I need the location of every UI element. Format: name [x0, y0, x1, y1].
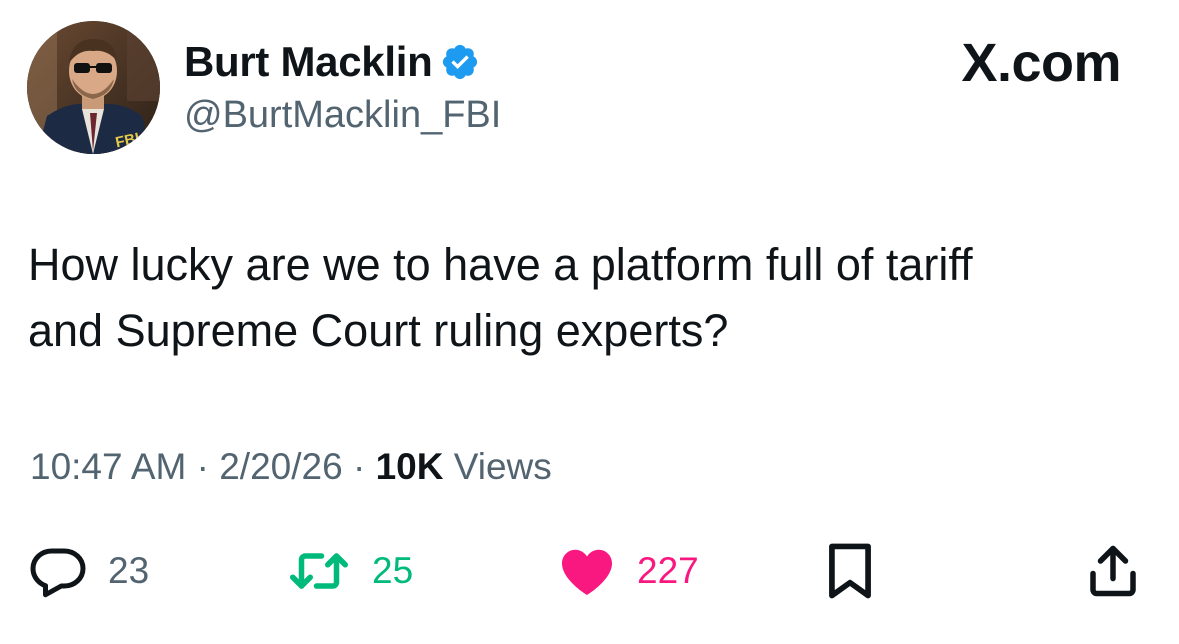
share-upload-icon: [1090, 545, 1136, 597]
action-bar: 23 25 227: [0, 538, 1179, 608]
bookmark-icon: [829, 543, 871, 599]
reply-button[interactable]: 23: [28, 538, 149, 604]
avatar-fbi-text: FBI: [114, 130, 141, 152]
heart-icon: [562, 549, 612, 595]
avatar-image: FBI: [27, 21, 160, 154]
bookmark-button[interactable]: [824, 538, 876, 604]
avatar[interactable]: FBI: [27, 21, 160, 154]
retweet-count: 25: [372, 550, 414, 591]
like-button[interactable]: 227: [557, 538, 699, 604]
retweet-arrows-icon: [290, 553, 348, 589]
tweet-text: How lucky are we to have a platform full…: [28, 232, 1148, 364]
like-count: 227: [637, 550, 699, 591]
tweet-meta: 10:47 AM · 2/20/26 · 10K Views: [30, 446, 552, 488]
tweet-time[interactable]: 10:47 AM: [30, 446, 186, 487]
source-label: X.com: [961, 33, 1121, 93]
retweet-button[interactable]: 25: [286, 538, 413, 604]
reply-count: 23: [108, 550, 150, 591]
display-name-text: Burt Macklin: [184, 38, 433, 85]
views-label: Views: [453, 446, 552, 487]
meta-separator: ·: [352, 446, 366, 487]
author-display-name[interactable]: Burt Macklin: [184, 38, 480, 86]
views-count[interactable]: 10K: [376, 446, 444, 487]
tweet-date[interactable]: 2/20/26: [219, 446, 342, 487]
share-button[interactable]: [1085, 538, 1141, 604]
meta-separator: ·: [196, 446, 209, 487]
tweet-text-line-2: and Supreme Court ruling experts?: [28, 305, 729, 356]
verified-badge-icon: [440, 42, 480, 82]
speech-bubble-icon: [30, 548, 86, 598]
tweet-text-line-1: How lucky are we to have a platform full…: [28, 239, 973, 290]
author-handle[interactable]: @BurtMacklin_FBI: [184, 94, 501, 137]
